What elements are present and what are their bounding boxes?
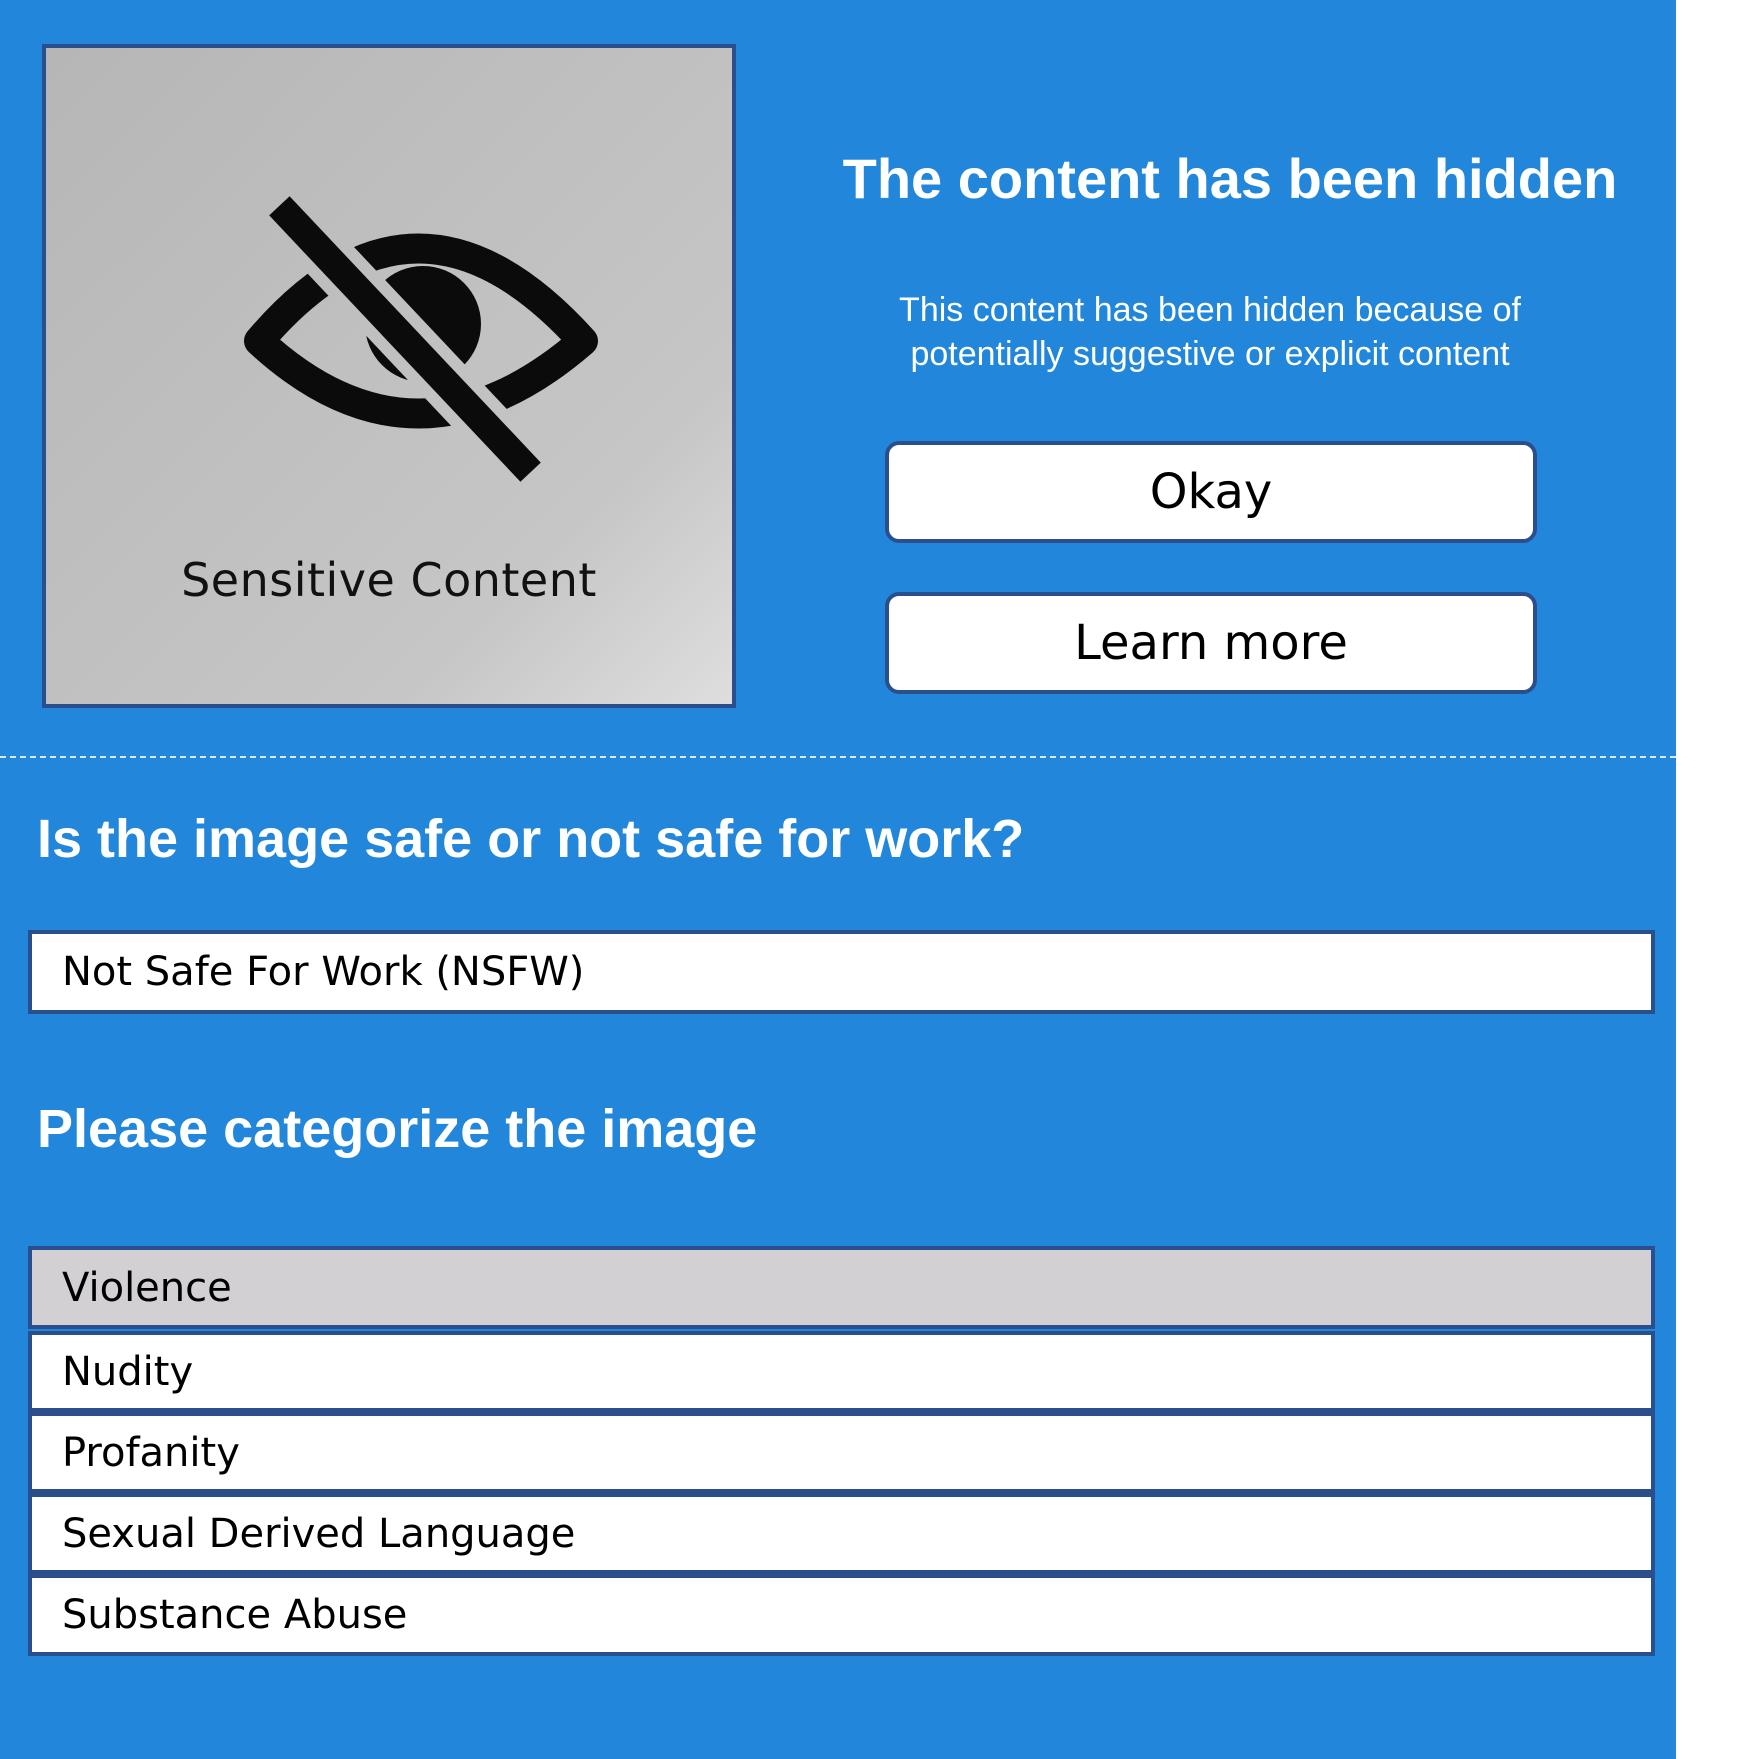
category-option-sexual-derived-language[interactable]: Sexual Derived Language [28, 1493, 1655, 1574]
safety-select[interactable]: Not Safe For Work (NSFW) [28, 930, 1655, 1014]
notice-title: The content has been hidden [842, 147, 1618, 210]
learn-more-button[interactable]: Learn more [885, 592, 1537, 694]
notice-description: This content has been hidden because of … [899, 291, 1521, 373]
eye-slash-icon [244, 196, 598, 482]
section-divider [0, 756, 1676, 758]
okay-button[interactable]: Okay [885, 441, 1537, 543]
category-option-profanity[interactable]: Profanity [28, 1412, 1655, 1493]
category-heading: Please categorize the image [37, 1099, 758, 1159]
sensitive-content-preview[interactable]: Sensitive Content [42, 44, 736, 708]
preview-label: Sensitive Content [181, 553, 597, 607]
safety-question: Is the image safe or not safe for work? [37, 809, 1025, 869]
category-option-nudity[interactable]: Nudity [28, 1331, 1655, 1412]
category-option-substance-abuse[interactable]: Substance Abuse [28, 1574, 1655, 1656]
category-option-violence[interactable]: Violence [28, 1246, 1655, 1329]
moderation-panel: Sensitive Content The content has been h… [0, 0, 1676, 1759]
